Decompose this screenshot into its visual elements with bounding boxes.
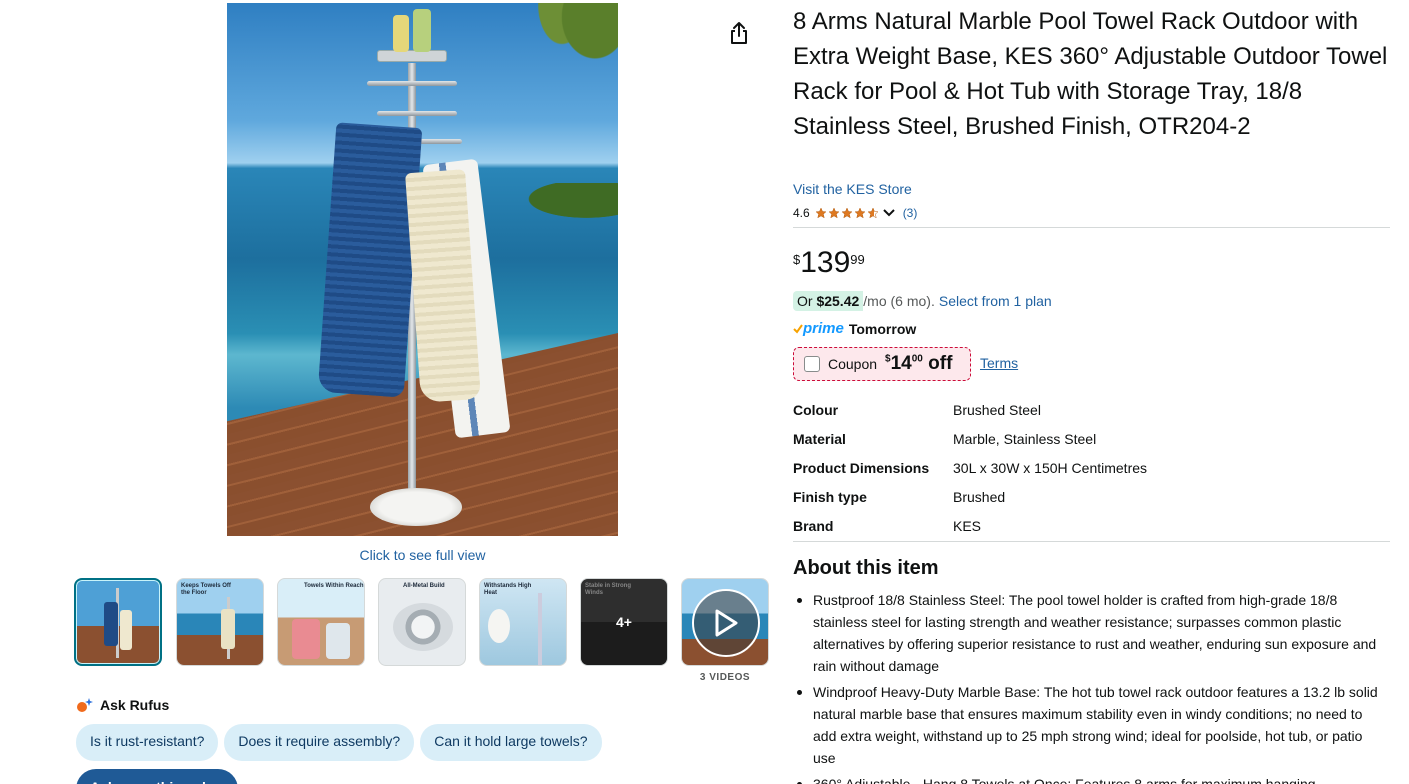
star-icon: [841, 207, 853, 219]
play-icon: [715, 609, 738, 637]
star-icon: [854, 207, 866, 219]
price-fraction: 99: [850, 252, 865, 267]
thumbnail-1[interactable]: [74, 578, 162, 666]
coupon-terms-link[interactable]: Terms: [980, 355, 1018, 371]
installment-prefix: Or: [797, 293, 817, 309]
play-button[interactable]: [692, 589, 760, 657]
spec-row: Material Marble, Stainless Steel: [793, 424, 1147, 453]
list-item: Windproof Heavy-Duty Marble Base: The ho…: [793, 681, 1383, 769]
rufus-chip-rust[interactable]: Is it rust-resistant?: [76, 724, 219, 761]
thumbnail-caption: Keeps Towels Off the Floor: [181, 583, 231, 596]
spec-row: Finish type Brushed: [793, 482, 1147, 511]
rufus-icon: [77, 698, 93, 712]
store-link[interactable]: Visit the KES Store: [793, 181, 912, 197]
list-item: 360° Adjustable - Hang 8 Towels at Once:…: [793, 773, 1383, 784]
divider: [793, 541, 1390, 542]
videos-count-label: 3 VIDEOS: [699, 672, 751, 683]
rating-value: 4.6: [793, 206, 810, 220]
marble-base: [370, 488, 462, 526]
bottle: [413, 9, 431, 52]
rating-count-link[interactable]: (3): [903, 206, 918, 220]
share-icon: [731, 22, 747, 44]
coupon-label: Coupon: [828, 356, 878, 372]
rating-row: 4.6 (3): [793, 206, 917, 220]
thumbnail-caption: Withstands High Heat: [484, 583, 532, 596]
spec-key: Brand: [793, 517, 834, 534]
installment-highlight: Or $25.42: [793, 291, 864, 311]
checkbox[interactable]: [804, 356, 820, 372]
about-heading: About this item: [793, 557, 939, 579]
prime-logo-text: prime: [803, 320, 844, 337]
thumbnail-caption: All-Metal Build: [403, 583, 445, 589]
more-images-overlay: 4+: [581, 579, 667, 665]
star-icon: [815, 207, 827, 219]
prime-check-icon: [793, 324, 803, 334]
spec-key: Colour: [793, 401, 839, 418]
thumbnail-6[interactable]: Stable in Strong Winds 4+: [580, 578, 668, 666]
thumbnail-4[interactable]: All-Metal Build: [378, 578, 466, 666]
spec-row: Colour Brushed Steel: [793, 395, 1147, 424]
spec-table: Colour Brushed Steel Material Marble, Stai…: [793, 395, 1147, 540]
installment-amount: $25.42: [816, 293, 860, 309]
select-plan-link[interactable]: Select from 1 plan: [939, 293, 1052, 309]
palm-leaves: [518, 3, 618, 113]
product-title: 8 Arms Natural Marble Pool Towel Rack Ou…: [793, 8, 1388, 140]
spec-value: KES: [953, 517, 982, 534]
main-product-image[interactable]: [227, 3, 618, 536]
rufus-label: Ask Rufus: [100, 697, 170, 713]
video-thumbnail[interactable]: [681, 578, 769, 666]
spec-key: Material: [793, 430, 846, 447]
rufus-chip-assembly[interactable]: Does it require assembly?: [224, 724, 415, 761]
delivery-day: Tomorrow: [848, 320, 917, 337]
star-rating[interactable]: [815, 207, 879, 219]
rufus-suggestions: Is it rust-resistant? Does it require as…: [76, 724, 602, 761]
rack-arm: [377, 111, 457, 116]
thumbnail-2[interactable]: Keeps Towels Off the Floor: [176, 578, 264, 666]
thumbnail-3[interactable]: Towels Within Reach: [277, 578, 365, 666]
coupon-fraction: 00: [911, 353, 923, 365]
spec-value: Brushed: [953, 488, 1006, 505]
share-button[interactable]: [726, 20, 752, 46]
star-half-icon: [867, 207, 879, 219]
coupon-off: off: [928, 353, 953, 374]
spec-value: Marble, Stainless Steel: [953, 430, 1097, 447]
about-bullets: Rustproof 18/8 Stainless Steel: The pool…: [793, 589, 1383, 784]
coupon-whole: 14: [890, 353, 912, 374]
storage-tray: [377, 50, 447, 62]
blue-towel: [317, 122, 423, 398]
divider: [793, 227, 1390, 228]
shoreline-trees: [513, 183, 618, 223]
spec-key: Product Dimensions: [793, 459, 930, 476]
price: $ 139 99: [793, 246, 865, 280]
thumbnail-5[interactable]: Withstands High Heat: [479, 578, 567, 666]
full-view-link[interactable]: Click to see full view: [227, 547, 618, 563]
spec-row: Product Dimensions 30L x 30W x 150H Centi…: [793, 453, 1147, 482]
price-symbol: $: [793, 252, 801, 267]
coupon-amount: $1400 off: [885, 353, 952, 375]
star-icon: [828, 207, 840, 219]
thumbnail-caption: Towels Within Reach: [304, 583, 364, 589]
coupon-checkbox[interactable]: Coupon $1400 off: [793, 347, 971, 381]
spec-value: Brushed Steel: [953, 401, 1041, 418]
ask-something-else-button[interactable]: Ask something else: [76, 769, 238, 784]
rack-arm: [367, 81, 457, 86]
prime-delivery: prime Tomorrow: [793, 320, 916, 337]
spec-key: Finish type: [793, 488, 867, 505]
spec-value: 30L x 30W x 150H Centimetres: [953, 459, 1148, 476]
bottle: [393, 15, 409, 52]
spec-row: Brand KES: [793, 511, 1147, 540]
chevron-down-icon[interactable]: [882, 208, 896, 218]
installment-offer: Or $25.42 /mo (6 mo). Select from 1 plan: [793, 291, 1052, 311]
rufus-chip-large-towels[interactable]: Can it hold large towels?: [420, 724, 602, 761]
rufus-header: Ask Rufus: [76, 697, 169, 713]
installment-term: /mo (6 mo).: [863, 293, 935, 309]
list-item: Rustproof 18/8 Stainless Steel: The pool…: [793, 589, 1383, 677]
price-whole: 139: [800, 246, 851, 279]
prime-logo: prime: [793, 320, 844, 337]
